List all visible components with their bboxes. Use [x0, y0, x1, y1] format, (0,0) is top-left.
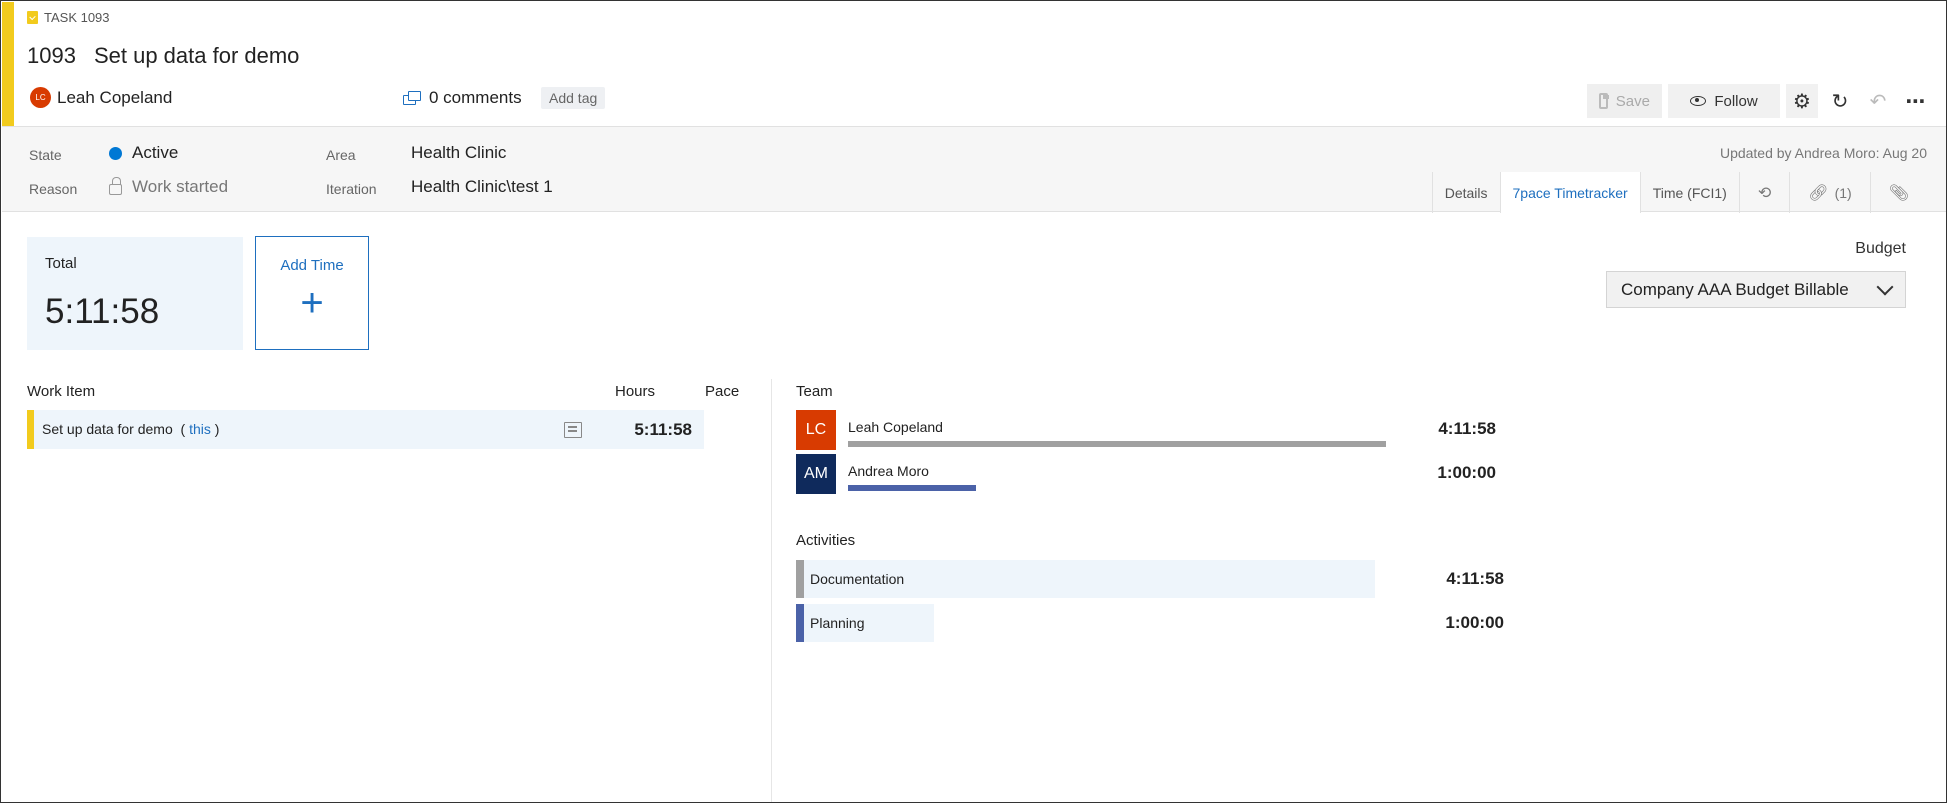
activity-time: 4:11:58: [1446, 569, 1504, 588]
chevron-down-icon: [1876, 278, 1894, 295]
reason-label: Reason: [29, 181, 78, 197]
plus-icon: +: [300, 281, 324, 325]
tab-7pace-timetracker[interactable]: 7pace Timetracker: [1499, 172, 1640, 213]
team-member-name: Leah Copeland: [848, 419, 943, 435]
comments-count: 0 comments: [429, 88, 522, 107]
work-item-id: 1093: [27, 43, 76, 68]
attachment-icon: 📎︎: [1888, 184, 1909, 202]
link-icon: 🔗︎: [1808, 184, 1829, 202]
follow-button[interactable]: Follow: [1668, 84, 1780, 118]
assigned-to[interactable]: LC Leah Copeland: [30, 87, 172, 108]
team-member-time: 1:00:00: [1437, 463, 1496, 482]
updated-info[interactable]: Updated by Andrea Moro: Aug 20: [1720, 145, 1927, 161]
task-type-label: TASK 1093: [44, 10, 110, 25]
pace-column-header: Pace: [705, 383, 740, 400]
work-item-type: TASK 1093: [27, 10, 110, 25]
team-member-time: 4:11:58: [1438, 419, 1496, 438]
tab-history[interactable]: ⟲: [1738, 172, 1789, 213]
toolbar: Save Follow ⚙ ↻ ↶ ⋯: [1587, 84, 1932, 118]
task-icon: [27, 11, 38, 24]
team-member-name: Andrea Moro: [848, 463, 929, 479]
add-time-button[interactable]: Add Time +: [255, 236, 369, 350]
add-time-label: Add Time: [280, 257, 344, 274]
refresh-button[interactable]: ↻: [1824, 84, 1856, 118]
team-member-bar: [848, 441, 1386, 447]
lock-icon: [109, 177, 122, 195]
state-dot: [109, 146, 122, 160]
avatar: LC: [30, 87, 51, 108]
follow-label: Follow: [1714, 92, 1758, 110]
fields-strip: State Active Reason Work started Area He…: [2, 126, 1946, 213]
work-item-this-link[interactable]: this: [189, 421, 211, 437]
more-actions-button[interactable]: ⋯: [1900, 84, 1932, 118]
work-item-name: Set up data for demo ( this ): [42, 421, 220, 437]
team-member-row: LC Leah Copeland 4:11:58: [796, 410, 1516, 450]
table-row: Set up data for demo ( this ) 5:11:58: [27, 410, 704, 449]
tab-details[interactable]: Details: [1431, 172, 1500, 213]
budget-selected: Company AAA Budget Billable: [1621, 279, 1849, 299]
add-tag-button[interactable]: Add tag: [541, 87, 606, 109]
state-field[interactable]: Active: [109, 143, 178, 163]
tab-time-fci1[interactable]: Time (FCI1): [1639, 172, 1739, 213]
iteration-value[interactable]: Health Clinic\test 1: [411, 177, 553, 197]
history-icon: ⟲: [1757, 184, 1772, 202]
title-row: 1093 Set up data for demo: [27, 43, 299, 69]
work-item-hours: 5:11:58: [634, 420, 692, 439]
budget-label: Budget: [1855, 240, 1906, 257]
save-icon: [1599, 93, 1609, 109]
assigned-to-name: Leah Copeland: [57, 87, 173, 107]
activity-time: 1:00:00: [1445, 613, 1504, 632]
more-icon: ⋯: [1905, 90, 1927, 113]
tab-bar: Details 7pace Timetracker Time (FCI1) ⟲ …: [1431, 172, 1927, 213]
team-heading: Team: [796, 383, 833, 400]
reason-value: Work started: [132, 177, 229, 196]
team-member-row: AM Andrea Moro 1:00:00: [796, 454, 1516, 494]
tab-links[interactable]: 🔗︎ (1): [1789, 172, 1869, 213]
refresh-icon: ↻: [1831, 90, 1849, 113]
area-label: Area: [326, 147, 356, 163]
work-item-title[interactable]: Set up data for demo: [94, 43, 299, 69]
hours-column-header: Hours: [615, 383, 656, 400]
save-label: Save: [1615, 92, 1650, 110]
tab-attachments[interactable]: 📎︎: [1869, 172, 1927, 213]
save-button[interactable]: Save: [1587, 84, 1662, 118]
undo-icon: ↶: [1869, 90, 1887, 113]
timesheet-icon[interactable]: [564, 422, 582, 438]
avatar: AM: [796, 454, 836, 494]
gear-icon: ⚙: [1793, 90, 1811, 113]
reason-field: Work started: [109, 177, 228, 197]
state-label: State: [29, 147, 62, 163]
settings-button[interactable]: ⚙: [1786, 84, 1818, 118]
avatar: LC: [796, 410, 836, 450]
undo-button[interactable]: ↶: [1862, 84, 1894, 118]
work-item-form: TASK 1093 1093 Set up data for demo LC L…: [0, 0, 1947, 803]
team-member-bar: [848, 485, 977, 491]
total-value: 5:11:58: [45, 292, 160, 331]
state-value: Active: [132, 143, 179, 162]
comments-link[interactable]: 0 comments: [403, 88, 522, 108]
work-item-type-color-bar: [2, 2, 14, 126]
budget-dropdown[interactable]: Company AAA Budget Billable: [1606, 271, 1906, 308]
work-item-title-cell: Set up data for demo: [42, 421, 173, 437]
eye-icon: [1690, 96, 1707, 106]
column-divider: [771, 379, 772, 802]
work-item-column-header: Work Item: [27, 383, 96, 400]
links-count: (1): [1834, 184, 1852, 201]
total-card: Total 5:11:58: [27, 237, 243, 350]
activities-heading: Activities: [796, 532, 856, 549]
comments-icon: [403, 91, 421, 105]
area-value[interactable]: Health Clinic: [411, 143, 506, 163]
total-label: Total: [45, 255, 77, 272]
iteration-label: Iteration: [326, 181, 377, 197]
